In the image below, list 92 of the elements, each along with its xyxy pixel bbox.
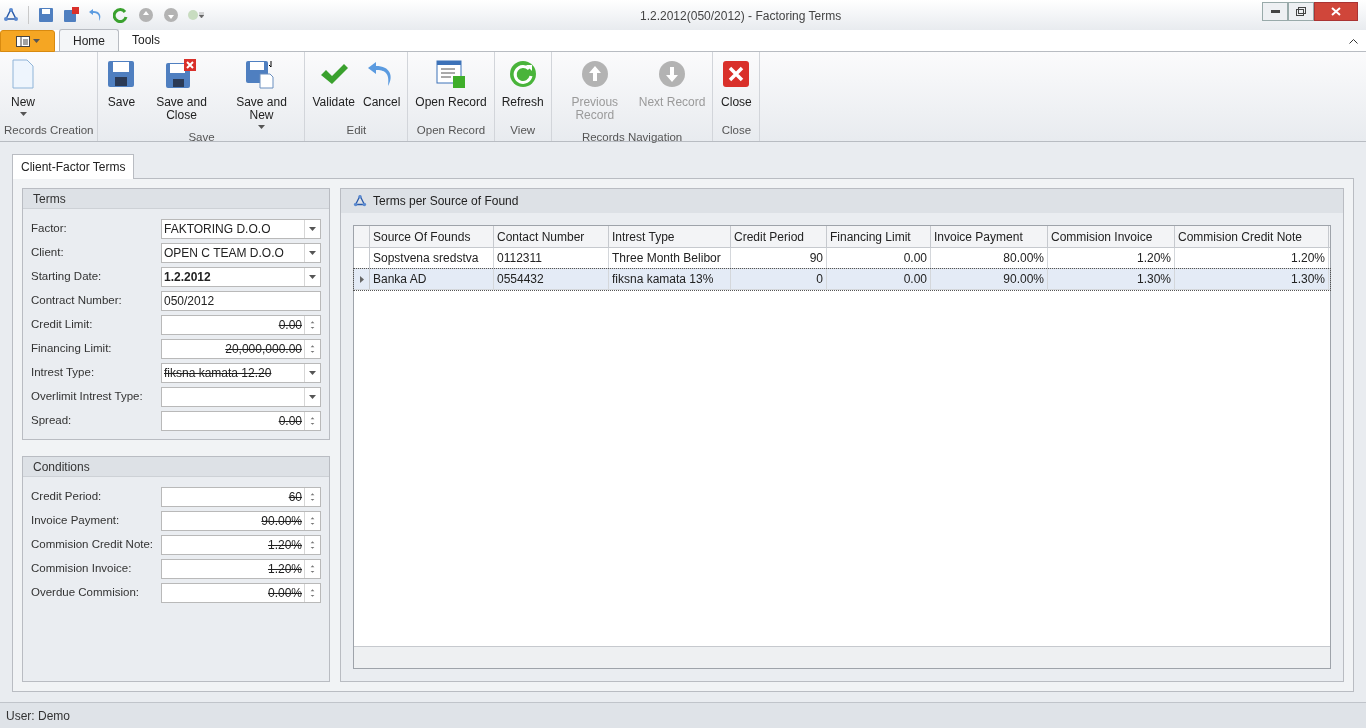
save-icon[interactable] (38, 7, 54, 23)
field-label: Overlimit Intrest Type: (31, 389, 144, 405)
column-header[interactable]: Commision Invoice (1048, 226, 1175, 247)
panel-title: Terms per Source of Found (373, 193, 519, 210)
dropdown-caret-icon (309, 275, 316, 279)
customize-toolbar-icon[interactable] (188, 7, 204, 23)
dropdown-caret-icon (309, 395, 316, 399)
menu-caret-icon (32, 39, 40, 43)
table-cell: 1.30% (1048, 269, 1175, 289)
table-cell: 1.30% (1175, 269, 1329, 289)
spin-field[interactable]: 0.00 (161, 411, 321, 431)
spin-field[interactable]: 1.20% (161, 535, 321, 555)
table-cell: 0.00 (827, 269, 931, 289)
field-label: Commision Credit Note: (31, 537, 155, 553)
application-menu-button[interactable] (0, 30, 55, 52)
field-label: Credit Limit: (31, 317, 94, 333)
ribbon-group-label: View (509, 122, 537, 138)
spin-field[interactable]: 20,000,000.00 (161, 339, 321, 359)
column-header[interactable]: Invoice Payment (931, 226, 1048, 247)
column-header[interactable]: Contact Number (494, 226, 609, 247)
table-cell: 90.00% (931, 269, 1048, 289)
group-title: Conditions (33, 458, 90, 476)
dropdown-field[interactable]: OPEN C TEAM D.O.O (161, 243, 321, 263)
app-logo-icon (3, 7, 19, 23)
dropdown-field[interactable]: FAKTORING D.O.O (161, 219, 321, 239)
column-header[interactable]: Source Of Founds (370, 226, 494, 247)
ribbon-button[interactable]: Refresh (498, 58, 547, 122)
field-label: Commision Invoice: (31, 561, 133, 577)
field-label: Financing Limit: (31, 341, 113, 357)
column-header[interactable]: Commision Credit Note (1175, 226, 1329, 247)
field-label: Starting Date: (31, 269, 103, 285)
restore-button[interactable] (1288, 1, 1314, 21)
table-cell: 0 (731, 269, 827, 289)
column-header[interactable]: Financing Limit (827, 226, 931, 247)
minimize-icon (1270, 9, 1280, 13)
ribbon-group-label: Close (720, 122, 753, 138)
document-with-cube-icon (435, 58, 467, 90)
field-label: Overdue Commision: (31, 585, 140, 601)
dropdown-field[interactable]: 1.2.2012 (161, 267, 321, 287)
dropdown-caret-icon (309, 371, 316, 375)
ribbon-tab[interactable]: Home (59, 29, 119, 51)
minimize-button[interactable] (1262, 1, 1288, 21)
ribbon-button[interactable]: Save and Close (142, 58, 221, 129)
page-tab[interactable]: Client-Factor Terms (12, 154, 135, 179)
dropdown-caret-icon (309, 227, 316, 231)
table-cell: Banka AD (370, 269, 494, 289)
ribbon-group-label: Records Navigation (580, 130, 684, 145)
floppy-disk-with-x-icon (165, 58, 198, 90)
document-icon (15, 35, 30, 47)
spin-field[interactable]: 60 (161, 487, 321, 507)
close-icon (1331, 6, 1341, 16)
ribbon-button[interactable]: Save (102, 58, 141, 129)
row-indicator-icon (359, 275, 364, 283)
group-title: Terms (33, 190, 66, 208)
field-label: Intrest Type: (31, 365, 96, 381)
ribbon-button[interactable]: Close (717, 58, 756, 122)
ribbon-group-label: Save (187, 130, 216, 145)
column-header[interactable]: Intrest Type (609, 226, 731, 247)
ribbon-button[interactable]: Validate (309, 58, 358, 122)
window-title: 1.2.2012(050/2012) - Factoring Terms (640, 8, 842, 25)
spin-field[interactable]: 0.00 (161, 315, 321, 335)
dropdown-field[interactable]: fiksna kamata 12.20 (161, 363, 321, 383)
spin-field[interactable]: 90.00% (161, 511, 321, 531)
ribbon-button[interactable]: Save and New (222, 58, 301, 129)
table-cell: 0554432 (494, 269, 609, 289)
ribbon-button[interactable]: New (4, 58, 42, 122)
spin-field[interactable]: 0.00% (161, 583, 321, 603)
field-label: Spread: (31, 413, 73, 429)
dropdown-caret-icon (309, 251, 316, 255)
field-label: Factor: (31, 221, 68, 237)
field-label: Credit Period: (31, 489, 103, 505)
network-icon (353, 194, 367, 208)
field-label: Client: (31, 245, 65, 261)
table-cell: fiksna kamata 13% (609, 269, 731, 289)
dropdown-field[interactable] (161, 387, 321, 407)
ribbon-tab[interactable]: Tools (119, 29, 174, 51)
refresh-icon[interactable] (113, 7, 129, 23)
save-and-close-icon[interactable] (63, 7, 79, 23)
status-text: User: Demo (6, 707, 70, 725)
field-label: Invoice Payment: (31, 513, 121, 529)
spin-field[interactable]: 1.20% (161, 559, 321, 579)
field-label: Contract Number: (31, 293, 123, 309)
ribbon-group-label: Edit (345, 122, 368, 138)
text-field[interactable]: 050/2012 (161, 291, 321, 311)
ribbon-group-label: Open Record (415, 122, 487, 138)
column-header[interactable]: Credit Period (731, 226, 827, 247)
ribbon-group-label: Records Creation (4, 122, 94, 138)
collapse-ribbon-icon[interactable] (1349, 38, 1358, 44)
ribbon-button[interactable]: Open Record (412, 58, 490, 122)
restore-icon (1296, 6, 1306, 16)
close-button[interactable] (1314, 1, 1358, 21)
ribbon-button[interactable]: Cancel (359, 58, 404, 122)
